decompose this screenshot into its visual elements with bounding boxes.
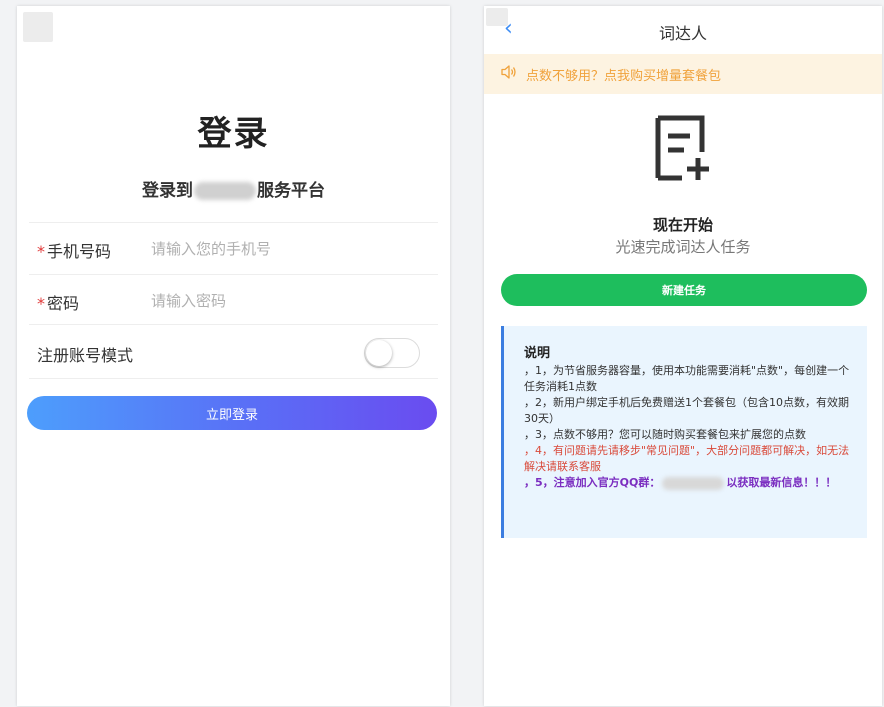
register-mode-row: 注册账号模式 xyxy=(37,338,430,368)
divider xyxy=(29,378,438,379)
info-item-1: ，1，为节省服务器容量，使用本功能需要消耗"点数"，每创建一个任务消耗1点数 xyxy=(524,364,850,393)
divider xyxy=(29,274,438,275)
info-item-2: ，2，新用户绑定手机后免费赠送1个套餐包（包含10点数，有效期30天） xyxy=(524,396,849,425)
info-title: 说明 xyxy=(524,346,551,361)
phone-input[interactable] xyxy=(149,236,413,262)
task-screen: ‹ 词达人 点数不够用？点我购买增量套餐包 现在开始 光速完成词达人任务 新建任… xyxy=(484,6,882,706)
register-mode-toggle[interactable] xyxy=(364,338,420,368)
info-box: 说明 ，1，为节省服务器容量，使用本功能需要消耗"点数"，每创建一个任务消耗1点… xyxy=(501,326,867,538)
new-task-icon xyxy=(655,115,709,181)
redacted-qq-number xyxy=(662,476,725,490)
nav-title: 词达人 xyxy=(658,24,707,43)
toggle-knob xyxy=(366,340,392,366)
password-label: * 密码 xyxy=(37,294,80,313)
login-screen: 登录 登录到 服务平台 *手机号码 *密码 注册账号模式 立即登录 xyxy=(17,6,450,706)
start-subtitle: 光速完成词达人任务 xyxy=(615,238,751,256)
page-title: 登录 xyxy=(197,114,270,154)
info-item-4: ，4，有问题请先请移步"常见问题"，大部分问题都可解决，如无法解决请联系客服 xyxy=(524,444,850,473)
info-item-3: ，3，点数不够用？您可以随时购买套餐包来扩展您的点数 xyxy=(524,428,806,441)
password-row: * 密码 xyxy=(37,288,430,314)
login-subtitle-suffix: 服务平台 xyxy=(257,181,325,201)
register-mode-label: 注册账号模式 xyxy=(37,346,134,365)
password-input[interactable] xyxy=(149,288,413,314)
phone-label: * 手机号码 xyxy=(37,242,112,261)
new-task-button[interactable]: 新建任务 xyxy=(501,274,867,306)
notice-text: 点数不够用？点我购买增量套餐包 xyxy=(526,69,722,84)
required-mark: * xyxy=(37,294,45,313)
login-button[interactable]: 立即登录 xyxy=(27,396,437,430)
nav-bar: ‹ 词达人 xyxy=(484,6,882,52)
redacted-platform-name xyxy=(194,182,256,200)
phone-row: * 手机号码 xyxy=(37,236,430,262)
corner-placeholder xyxy=(23,12,53,42)
login-subtitle-prefix: 登录到 xyxy=(142,181,193,201)
info-item-5: ，5，注意加入官方QQ群： 以获取最新信息！！！ xyxy=(524,476,837,490)
login-subtitle: 登录到 服务平台 xyxy=(17,176,450,201)
start-title: 现在开始 xyxy=(652,216,713,234)
divider xyxy=(29,222,438,223)
speaker-icon xyxy=(501,65,516,79)
divider xyxy=(29,324,438,325)
notice-bar[interactable]: 点数不够用？点我购买增量套餐包 xyxy=(484,54,882,94)
required-mark: * xyxy=(37,242,45,261)
